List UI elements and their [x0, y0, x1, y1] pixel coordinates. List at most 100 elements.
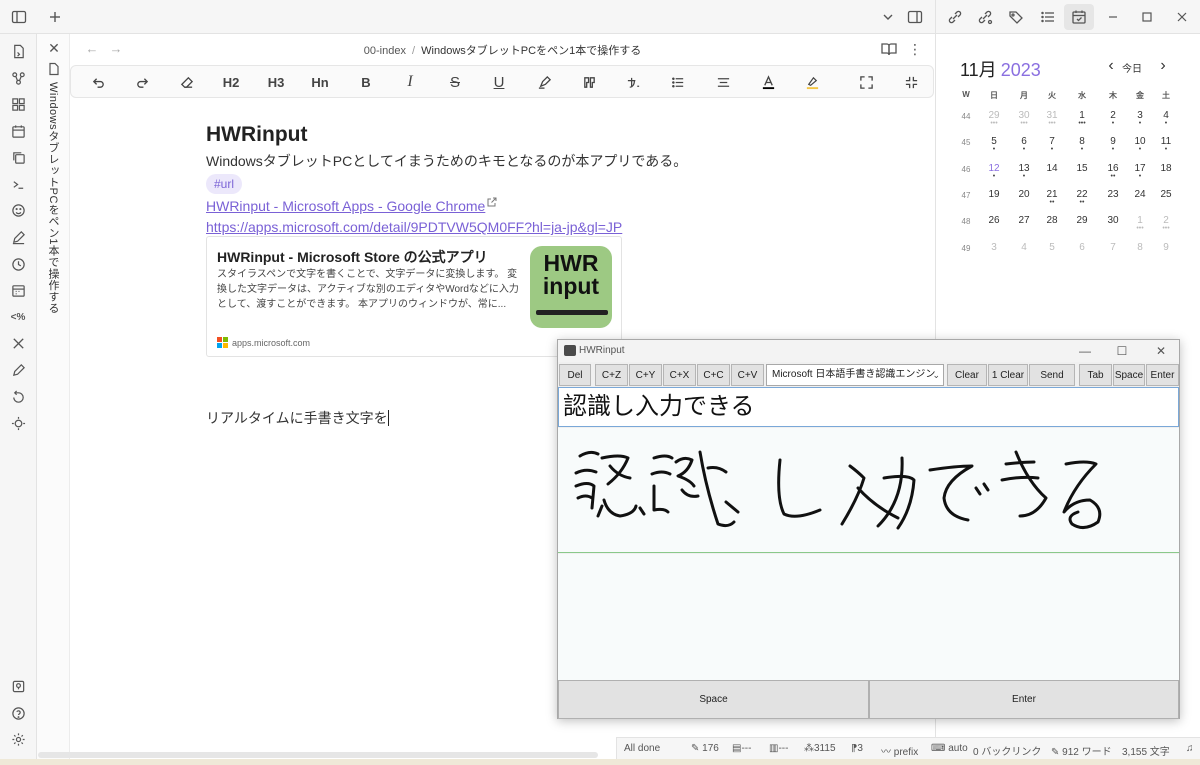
hwr-cut-button[interactable]: C+X — [663, 364, 696, 386]
status-item-3[interactable]: ▥--- — [769, 743, 788, 754]
heading-n-button[interactable]: Hn — [306, 69, 334, 95]
hwr-enter-small-button[interactable]: Enter — [1146, 364, 1179, 386]
backlinks-count[interactable]: 0 バックリンク — [973, 743, 1041, 758]
italic-button[interactable]: I — [396, 69, 424, 95]
url-link[interactable]: https://apps.microsoft.com/detail/9PDTVW… — [206, 217, 726, 238]
strikethrough-button[interactable]: S — [441, 69, 469, 95]
hwr-space-button[interactable]: Space — [558, 680, 869, 719]
calendar-day[interactable]: 17 • — [1126, 163, 1154, 180]
outgoing-links-icon[interactable] — [940, 0, 970, 34]
calendar-day[interactable]: 2 ••• — [1152, 215, 1180, 232]
breadcrumb-file[interactable]: WindowsタブレットPCをペン1本で操作する — [421, 45, 641, 57]
calendar-day[interactable]: 13 • — [1010, 163, 1038, 180]
minimize-icon[interactable] — [1098, 0, 1128, 34]
calendar-day[interactable]: 16 •• — [1099, 163, 1127, 180]
clock-icon[interactable] — [6, 252, 30, 276]
calendar-day[interactable]: 31 ••• — [1038, 110, 1066, 127]
terminal-icon[interactable] — [6, 172, 30, 196]
calendar-day[interactable]: 18 — [1152, 163, 1180, 180]
calendar-next-icon[interactable]: › — [1155, 58, 1171, 74]
calendar-day[interactable]: 19 — [980, 189, 1008, 206]
outline-icon[interactable] — [1033, 0, 1063, 34]
quote-icon[interactable] — [575, 69, 603, 95]
sidebar-toggle-icon[interactable] — [4, 0, 34, 34]
word-count[interactable]: ✎ 912 ワード — [1051, 743, 1112, 758]
calendar-prev-icon[interactable]: ‹ — [1103, 58, 1119, 74]
hwr-del-button[interactable]: Del — [559, 364, 591, 386]
hwr-paste-button[interactable]: C+V — [731, 364, 764, 386]
hwr-undo-button[interactable]: C+Z — [595, 364, 628, 386]
calendar-week-number[interactable]: 49 — [952, 244, 980, 253]
help-icon[interactable] — [6, 701, 30, 725]
calendar-day[interactable]: 21 •• — [1038, 189, 1066, 206]
calendar-day[interactable]: 12 • — [980, 163, 1008, 180]
calendar-day[interactable]: 2 • — [1099, 110, 1127, 127]
hwr-close-icon[interactable]: ✕ — [1153, 343, 1169, 359]
undo-history-icon[interactable] — [6, 385, 30, 409]
hwr-tab-button[interactable]: Tab — [1079, 364, 1112, 386]
external-link-text[interactable]: HWRinput - Microsoft Apps - Google Chrom… — [206, 198, 485, 214]
status-item-7[interactable]: ⌨ auto — [931, 743, 968, 754]
calendar-week-number[interactable]: 44 — [952, 112, 980, 121]
close-tab-icon[interactable]: ✕ — [46, 40, 62, 56]
ruby-icon[interactable] — [619, 69, 647, 95]
hwr-recognized-text[interactable]: 認識し入力できる — [558, 387, 1179, 427]
calendar-day[interactable]: 30 — [1099, 215, 1127, 232]
hwr-enter-button[interactable]: Enter — [869, 680, 1179, 719]
calendar-day[interactable]: 1 ••• — [1126, 215, 1154, 232]
calendar-day[interactable]: 9 — [1152, 242, 1180, 259]
hwr-handwriting-area-lower[interactable] — [558, 554, 1179, 680]
new-tab-icon[interactable] — [40, 0, 70, 34]
hwr-one-clear-button[interactable]: 1 Clear — [988, 364, 1028, 386]
calendar-day[interactable]: 6 — [1068, 242, 1096, 259]
calendar-day[interactable]: 10 • — [1126, 136, 1154, 153]
tags-icon[interactable] — [1001, 0, 1031, 34]
hwr-clear-button[interactable]: Clear — [947, 364, 987, 386]
horizontal-scrollbar[interactable] — [38, 752, 598, 758]
calendar-day[interactable]: 8 — [1126, 242, 1154, 259]
calendar-day[interactable]: 7 • — [1038, 136, 1066, 153]
bold-button[interactable]: B — [352, 69, 380, 95]
tag-url[interactable]: #url — [206, 174, 243, 194]
calendar-icon[interactable] — [6, 278, 30, 302]
eraser-icon[interactable] — [172, 69, 200, 95]
calendar-day[interactable]: 23 — [1099, 189, 1127, 206]
calendar-day[interactable]: 3 • — [1126, 110, 1154, 127]
list-icon[interactable] — [664, 69, 692, 95]
more-options-icon[interactable]: ⋮ — [908, 40, 922, 58]
open-quick-switcher-icon[interactable] — [6, 39, 30, 63]
text-color-icon[interactable] — [754, 69, 782, 95]
reading-view-icon[interactable] — [880, 40, 898, 58]
hwr-space-small-button[interactable]: Space — [1113, 364, 1145, 386]
copy-icon[interactable] — [6, 145, 30, 169]
graph-view-icon[interactable] — [6, 66, 30, 90]
daily-note-icon[interactable] — [6, 119, 30, 143]
hwr-maximize-icon[interactable]: ☐ — [1114, 343, 1130, 359]
vault-icon[interactable] — [6, 674, 30, 698]
calendar-day[interactable]: 14 — [1038, 163, 1066, 180]
pencil-icon[interactable] — [6, 225, 30, 249]
calendar-day[interactable]: 4 — [1010, 242, 1038, 259]
calendar-day[interactable]: 26 — [980, 215, 1008, 232]
heading-2-button[interactable]: H2 — [217, 69, 245, 95]
calendar-week-number[interactable]: 47 — [952, 191, 980, 200]
hwr-send-button[interactable]: Send — [1029, 364, 1075, 386]
hwr-handwriting-canvas[interactable] — [558, 428, 1179, 553]
calendar-day[interactable]: 7 — [1099, 242, 1127, 259]
calendar-day[interactable]: 4 • — [1152, 110, 1180, 127]
status-item-1[interactable]: ✎ 176 — [691, 743, 719, 754]
canvas-icon[interactable] — [6, 92, 30, 116]
templater-icon[interactable]: <% — [6, 305, 30, 329]
calendar-day[interactable]: 11 • — [1152, 136, 1180, 153]
calendar-day[interactable]: 25 — [1152, 189, 1180, 206]
calendar-day[interactable]: 22 •• — [1068, 189, 1096, 206]
calendar-day[interactable]: 29 — [1068, 215, 1096, 232]
exit-fullscreen-icon[interactable] — [897, 69, 925, 95]
calendar-day[interactable]: 6 • — [1010, 136, 1038, 153]
calendar-day[interactable]: 1 ••• — [1068, 110, 1096, 127]
calendar-day[interactable]: 24 — [1126, 189, 1154, 206]
status-item-5[interactable]: ⁋3 — [851, 743, 863, 754]
highlight-color-icon[interactable] — [798, 69, 826, 95]
redo-icon[interactable] — [128, 69, 156, 95]
tools-icon[interactable] — [6, 331, 30, 355]
